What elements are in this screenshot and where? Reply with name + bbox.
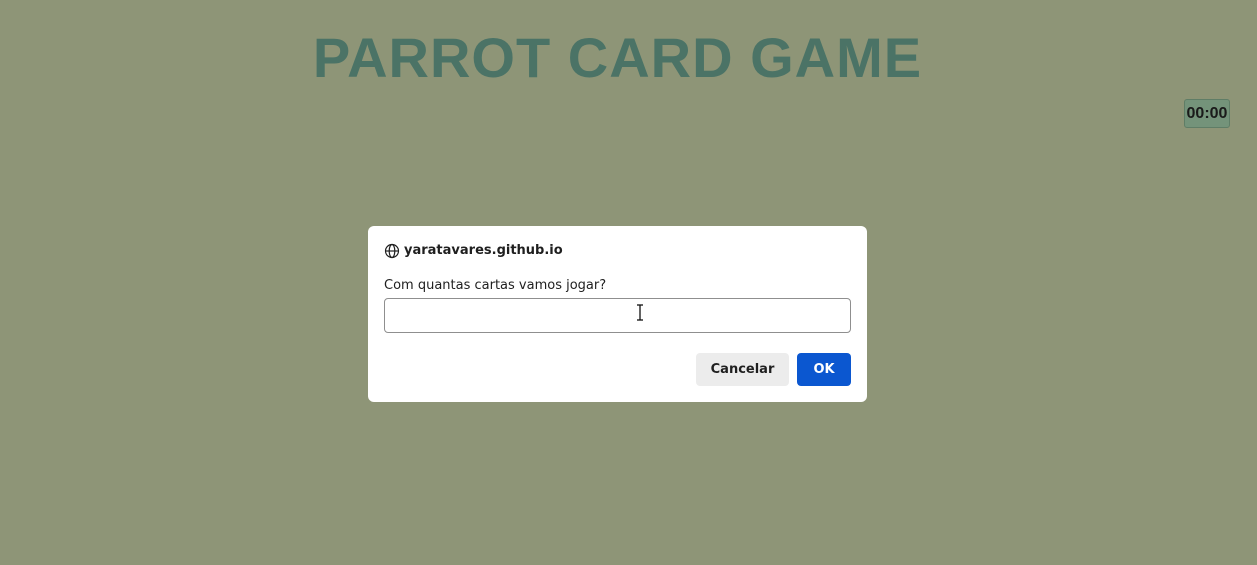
dialog-message: Com quantas cartas vamos jogar? [384,278,607,293]
cancel-button[interactable]: Cancelar [696,353,789,386]
globe-icon [384,243,400,259]
ok-button[interactable]: OK [797,353,851,386]
card-count-input[interactable] [384,298,851,333]
dialog-origin: yaratavares.github.io [384,242,563,260]
dialog-origin-text: yaratavares.github.io [404,243,563,258]
prompt-dialog: yaratavares.github.io Com quantas cartas… [368,226,867,402]
game-title: PARROT CARD GAME [312,26,923,89]
timer-display: 00:00 [1184,99,1230,128]
